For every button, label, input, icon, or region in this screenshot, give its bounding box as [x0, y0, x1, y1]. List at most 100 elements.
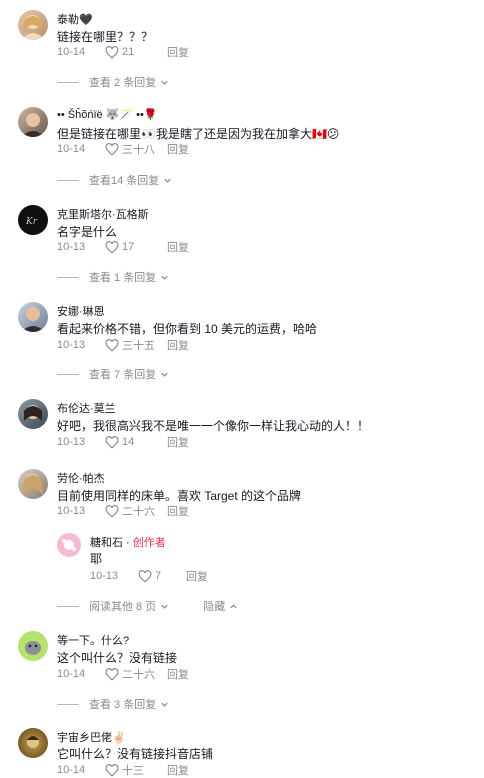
heart-icon: [138, 569, 152, 583]
comment-date: 10-14: [57, 764, 86, 776]
avatar[interactable]: [18, 107, 48, 137]
reply-date: 10-13: [90, 570, 119, 582]
comment-date: 10-13: [57, 241, 86, 253]
comment-author[interactable]: 安娜·琳恩: [57, 303, 105, 319]
like-button[interactable]: 三十八: [105, 141, 167, 157]
reply-text: 耶: [90, 552, 103, 566]
like-count: 十三: [122, 765, 144, 777]
avatar[interactable]: [18, 10, 48, 40]
comment-author[interactable]: 布伦达·莫兰: [57, 400, 116, 416]
comment-author[interactable]: 劳伦·帕杰: [57, 470, 105, 486]
comment-author[interactable]: 等一下。什么?: [57, 632, 129, 648]
like-count: 14: [122, 436, 135, 448]
like-count: 三十八: [122, 144, 155, 156]
comment-text: 看起来价格不错，但你看到 10 美元的运费，哈哈: [57, 322, 318, 336]
view-replies-label: 查看 7 条回复: [89, 369, 157, 381]
comment-date: 10-14: [57, 668, 86, 680]
hide-replies-button[interactable]: 隐藏: [203, 598, 238, 614]
like-count: 21: [122, 46, 135, 58]
view-replies-label: 查看 3 条回复: [89, 699, 157, 711]
comment-date: 10-13: [57, 436, 86, 448]
like-count: 17: [122, 241, 135, 253]
chevron-up-icon: [230, 603, 237, 608]
heart-icon: [105, 667, 119, 681]
divider: [57, 81, 79, 83]
comment-text: 链接在哪里？？？: [57, 30, 154, 44]
reply-button[interactable]: 回复: [167, 503, 189, 519]
avatar[interactable]: [18, 399, 48, 429]
view-replies-button[interactable]: 查看14 条回复: [57, 172, 172, 188]
reply-author-name: 糖和石: [90, 537, 123, 549]
comment-date: 10-13: [57, 339, 86, 351]
svg-text:Kr: Kr: [25, 217, 38, 227]
divider: [57, 276, 79, 278]
view-replies-button[interactable]: 查看 2 条回复: [57, 74, 169, 90]
reply-button[interactable]: 回复: [167, 141, 189, 157]
divider: [57, 373, 79, 375]
reply-button[interactable]: 回复: [167, 666, 189, 682]
reply-button[interactable]: 回复: [167, 337, 189, 353]
thread-controls: 阅读其他 8 页 隐藏: [57, 598, 238, 614]
like-button[interactable]: 十三: [105, 762, 167, 778]
divider: [57, 703, 79, 705]
separator: ·: [123, 537, 133, 549]
heart-icon: [105, 763, 119, 777]
reply-button[interactable]: 回复: [167, 239, 189, 255]
reply-button[interactable]: 回复: [167, 434, 189, 450]
creator-avatar[interactable]: [57, 533, 81, 557]
reply-author[interactable]: 糖和石 · 创作者: [90, 534, 166, 550]
comment-date: 10-14: [57, 143, 86, 155]
like-button[interactable]: 14: [105, 435, 167, 449]
comment-author[interactable]: 克里斯塔尔·瓦格斯: [57, 206, 149, 222]
comment-text: 好吧，我很高兴我不是唯一一个像你一样让我心动的人！！: [57, 419, 370, 433]
view-replies-button[interactable]: 查看 3 条回复: [57, 696, 169, 712]
avatar[interactable]: Kr: [18, 205, 48, 235]
comment-text: 名字是什么: [57, 225, 118, 239]
like-button[interactable]: 21: [105, 45, 167, 59]
avatar[interactable]: [18, 631, 48, 661]
chevron-down-icon: [161, 604, 168, 609]
comment-date: 10-14: [57, 46, 86, 58]
view-replies-button[interactable]: 查看 1 条回复: [57, 269, 169, 285]
view-more-label: 阅读其他 8 页: [89, 601, 157, 613]
like-count: 二十六: [122, 669, 155, 681]
like-count: 7: [155, 570, 162, 582]
heart-icon: [105, 338, 119, 352]
avatar[interactable]: [18, 728, 48, 758]
heart-icon: [105, 435, 119, 449]
reply-button[interactable]: 回复: [167, 44, 189, 60]
comment-author[interactable]: 宇宙乡巴佬✌🏻: [57, 729, 126, 745]
like-button[interactable]: 三十五: [105, 337, 167, 353]
avatar[interactable]: [18, 302, 48, 332]
comment-author[interactable]: 泰勒🖤: [57, 11, 93, 27]
comment-text: 但是链接在哪里👀我是瞎了还是因为我在加拿大🇨🇦😕: [57, 127, 340, 141]
like-button[interactable]: 17: [105, 240, 167, 254]
heart-icon: [105, 142, 119, 156]
chevron-down-icon: [161, 275, 168, 280]
chevron-down-icon: [164, 178, 171, 183]
like-button[interactable]: 二十六: [105, 666, 167, 682]
hide-label: 隐藏: [203, 601, 226, 613]
view-replies-label: 查看 1 条回复: [89, 272, 157, 284]
comment-text: 这个叫什么？没有链接: [57, 651, 178, 665]
view-replies-label: 查看 2 条回复: [89, 77, 157, 89]
comment-author[interactable]: •• Šĥõńïë 🐺🪄 ••🌹: [57, 108, 158, 121]
like-button[interactable]: 7: [138, 569, 186, 583]
divider: [57, 179, 79, 181]
heart-icon: [105, 240, 119, 254]
heart-icon: [105, 504, 119, 518]
comment-text: 目前使用同样的床单。喜欢 Target 的这个品牌: [57, 489, 302, 503]
like-count: 二十六: [122, 506, 155, 518]
chevron-down-icon: [161, 702, 168, 707]
chevron-down-icon: [161, 80, 168, 85]
like-count: 三十五: [122, 340, 155, 352]
view-replies-button[interactable]: 查看 7 条回复: [57, 366, 169, 382]
reply-button[interactable]: 回复: [186, 568, 208, 584]
comment-date: 10-13: [57, 505, 86, 517]
reply-button[interactable]: 回复: [167, 762, 189, 778]
comment-text: 它叫什么？没有链接抖音店铺: [57, 747, 214, 761]
view-replies-label: 查看14 条回复: [89, 175, 160, 187]
like-button[interactable]: 二十六: [105, 503, 167, 519]
view-more-button[interactable]: 阅读其他 8 页: [89, 598, 169, 614]
avatar[interactable]: [18, 469, 48, 499]
